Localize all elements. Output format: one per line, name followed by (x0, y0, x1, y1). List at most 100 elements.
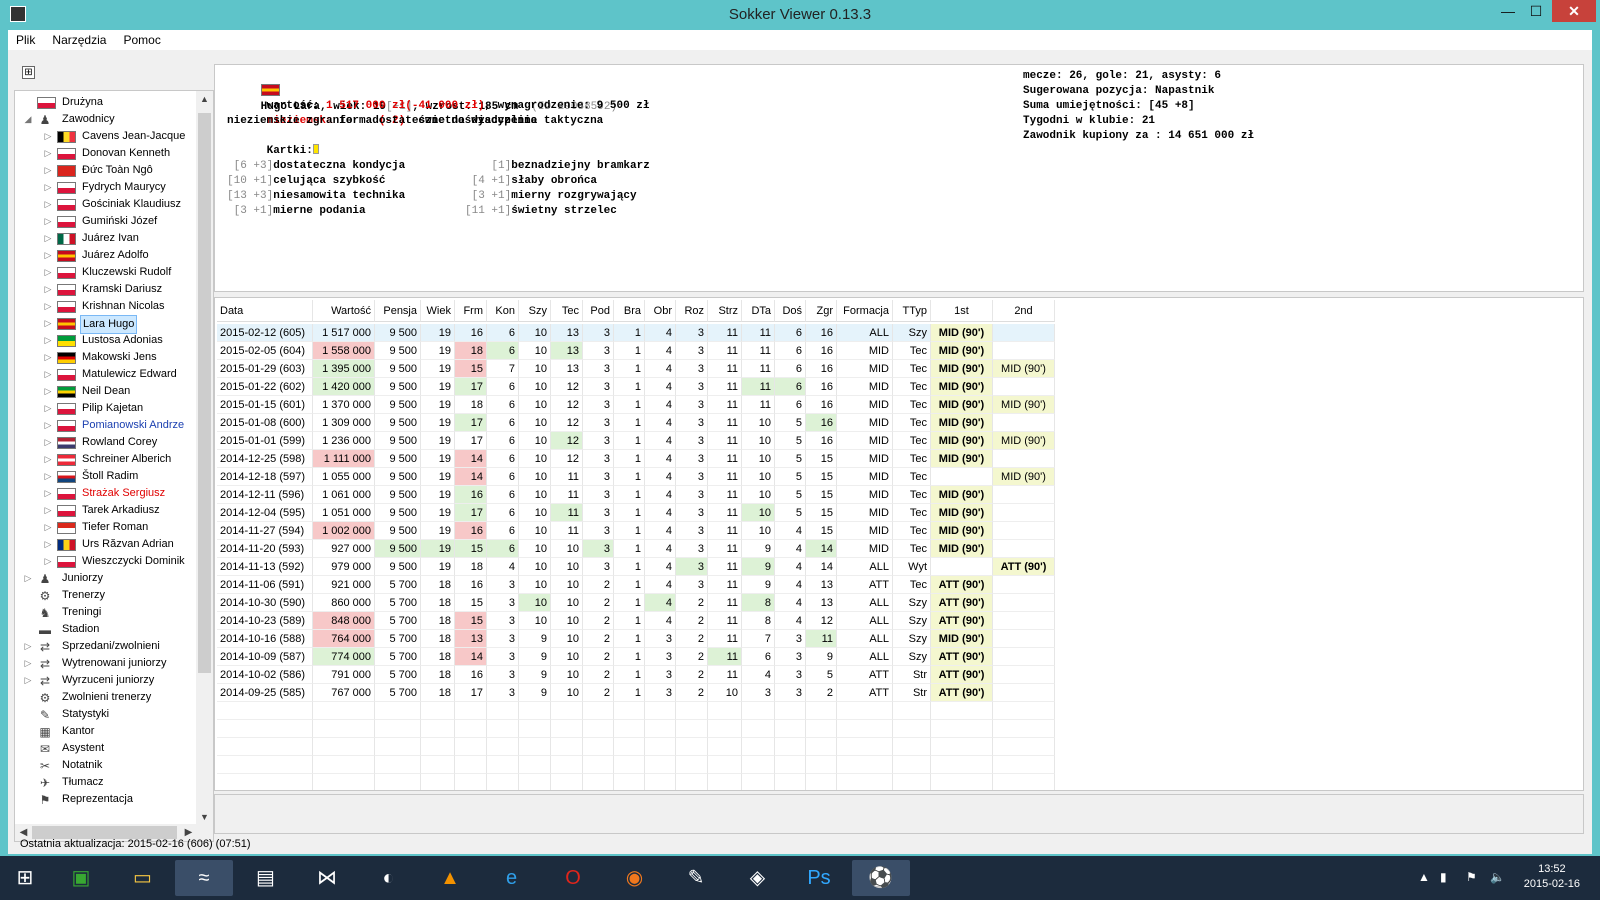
table-cell[interactable]: 6 (487, 342, 519, 360)
table-cell[interactable]: Tec (893, 432, 931, 450)
collapse-all-icon[interactable]: ⊞ (22, 66, 35, 79)
table-cell[interactable]: 11 (551, 486, 583, 504)
windows-start-icon[interactable]: ⊞ (0, 860, 50, 896)
table-cell[interactable]: 9 500 (375, 378, 421, 396)
table-cell[interactable]: 19 (421, 432, 455, 450)
table-cell[interactable]: Str (893, 666, 931, 684)
table-cell[interactable]: 3 (676, 522, 708, 540)
table-cell[interactable]: 11 (708, 432, 742, 450)
table-cell[interactable]: 15 (455, 360, 487, 378)
tree-item[interactable]: ▷ Makowski Jens (15, 349, 195, 366)
table-cell[interactable]: ALL (837, 630, 893, 648)
table-cell[interactable]: 10 (742, 432, 775, 450)
table-cell[interactable]: 11 (708, 540, 742, 558)
table-cell[interactable]: 3 (775, 630, 806, 648)
table-cell[interactable]: 8 (742, 594, 775, 612)
table-cell[interactable]: 12 (551, 432, 583, 450)
table-cell[interactable]: 10 (519, 594, 551, 612)
table-cell[interactable]: 10 (519, 612, 551, 630)
gimp-icon[interactable]: ✎ (667, 860, 725, 896)
table-cell[interactable]: 5 700 (375, 612, 421, 630)
table-cell[interactable]: 9 (519, 648, 551, 666)
column-header[interactable]: Roz (676, 300, 708, 322)
table-cell[interactable]: 10 (519, 504, 551, 522)
table-cell[interactable]: 15 (806, 486, 837, 504)
expand-arrow-icon[interactable]: ▷ (43, 298, 53, 315)
table-cell[interactable]: 767 000 (313, 684, 375, 702)
table-cell[interactable]: 11 (708, 522, 742, 540)
table-cell[interactable]: ATT (90') (993, 558, 1055, 576)
column-header[interactable]: Bra (614, 300, 645, 322)
expand-arrow-icon[interactable]: ▷ (43, 264, 53, 281)
table-cell[interactable]: 1 051 000 (313, 504, 375, 522)
table-cell[interactable]: 5 (775, 486, 806, 504)
table-cell[interactable]: 3 (775, 648, 806, 666)
table-cell[interactable]: ATT (837, 576, 893, 594)
table-cell[interactable]: 10 (519, 396, 551, 414)
table-cell[interactable]: MID (837, 342, 893, 360)
table-cell[interactable]: 4 (645, 576, 676, 594)
table-cell[interactable]: ATT (90') (931, 684, 993, 702)
table-cell[interactable]: MID (90') (931, 396, 993, 414)
table-cell[interactable]: 16 (806, 432, 837, 450)
table-cell[interactable]: MID (90') (931, 486, 993, 504)
table-cell[interactable]: 3 (645, 684, 676, 702)
table-cell[interactable]: 10 (519, 414, 551, 432)
table-cell[interactable]: 6 (487, 414, 519, 432)
expand-arrow-icon[interactable]: ▷ (43, 434, 53, 451)
table-cell[interactable]: 1 309 000 (313, 414, 375, 432)
table-cell[interactable]: 4 (775, 522, 806, 540)
table-cell[interactable]: 1 370 000 (313, 396, 375, 414)
table-cell[interactable]: 9 (806, 648, 837, 666)
column-header[interactable]: Pensja (375, 300, 421, 322)
table-cell[interactable]: 6 (487, 522, 519, 540)
table-cell[interactable]: MID (90') (993, 468, 1055, 486)
table-cell[interactable]: 4 (775, 594, 806, 612)
tree-item[interactable]: ▷ Strażak Sergiusz (15, 485, 195, 502)
table-cell[interactable]: 1 (614, 594, 645, 612)
table-cell[interactable]: 3 (676, 540, 708, 558)
table-cell[interactable]: 5 (806, 666, 837, 684)
table-cell[interactable]: 10 (519, 342, 551, 360)
table-cell[interactable]: 2014-10-16 (588) (217, 630, 313, 648)
table-cell[interactable]: Tec (893, 450, 931, 468)
table-cell[interactable]: 2015-01-01 (599) (217, 432, 313, 450)
tree-item[interactable]: ▷ Neil Dean (15, 383, 195, 400)
table-cell[interactable]: 2014-09-25 (585) (217, 684, 313, 702)
table-cell[interactable]: 12 (551, 378, 583, 396)
column-header[interactable]: Formacja (837, 300, 893, 322)
tree-item[interactable]: ✈ Tłumacz (15, 774, 195, 791)
column-header[interactable]: DTa (742, 300, 775, 322)
table-cell[interactable]: 3 (676, 414, 708, 432)
table-cell[interactable]: 9 500 (375, 540, 421, 558)
table-cell[interactable]: 12 (806, 612, 837, 630)
table-cell[interactable]: 11 (708, 630, 742, 648)
column-header[interactable]: 1st (931, 300, 993, 322)
tray-arrow-icon[interactable]: ▲ (1418, 870, 1430, 884)
table-cell[interactable]: 14 (455, 450, 487, 468)
table-cell[interactable]: 1 (614, 630, 645, 648)
table-cell[interactable]: 1 (614, 648, 645, 666)
table-cell[interactable]: 11 (708, 414, 742, 432)
table-cell[interactable]: 4 (645, 612, 676, 630)
table-cell[interactable]: 11 (551, 522, 583, 540)
table-cell[interactable]: Tec (893, 360, 931, 378)
table-cell[interactable]: 19 (421, 414, 455, 432)
table-cell[interactable]: 1 (614, 666, 645, 684)
table-cell[interactable]: 3 (583, 486, 614, 504)
expand-arrow-icon[interactable]: ▷ (43, 519, 53, 536)
table-cell[interactable]: 3 (676, 360, 708, 378)
table-cell[interactable]: 1 055 000 (313, 468, 375, 486)
table-cell[interactable]: 10 (519, 540, 551, 558)
table-cell[interactable]: 10 (551, 648, 583, 666)
table-cell[interactable]: 3 (487, 612, 519, 630)
table-cell[interactable]: 14 (455, 648, 487, 666)
expand-arrow-icon[interactable]: ▷ (43, 400, 53, 417)
table-cell[interactable]: MID (837, 468, 893, 486)
table-cell[interactable]: 3 (583, 558, 614, 576)
table-cell[interactable]: 3 (645, 630, 676, 648)
table-cell[interactable]: 2015-01-15 (601) (217, 396, 313, 414)
table-cell[interactable]: 18 (421, 612, 455, 630)
table-cell[interactable]: 2014-11-13 (592) (217, 558, 313, 576)
table-cell[interactable]: ATT (90') (931, 666, 993, 684)
